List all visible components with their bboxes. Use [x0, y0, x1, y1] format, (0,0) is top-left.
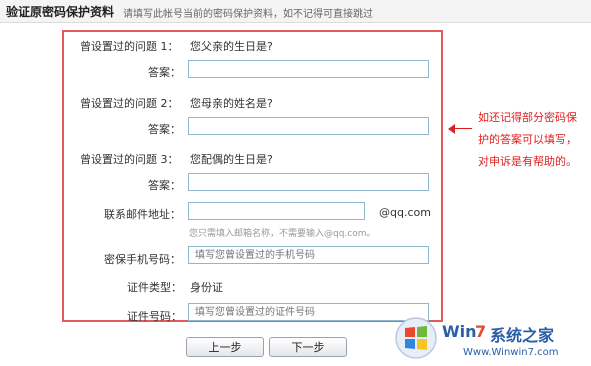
question-1-text: 您父亲的生日是? [190, 40, 273, 53]
email-domain-suffix: @qq.com [379, 206, 431, 219]
prev-step-button[interactable]: 上一步 [186, 337, 264, 357]
phone-input[interactable] [188, 246, 429, 264]
answer-1-input[interactable] [188, 60, 429, 78]
answer-2-input[interactable] [188, 117, 429, 135]
question-3-text: 您配偶的生日是? [190, 153, 273, 166]
annotation-text: 如还记得部分密码保护的答案可以填写，对申诉是有帮助的。 [478, 111, 577, 168]
email-label: 联系邮件地址： [104, 208, 181, 221]
id-type-label: 证件类型： [127, 281, 182, 294]
phone-label: 密保手机号码： [104, 253, 181, 266]
next-step-button[interactable]: 下一步 [269, 337, 347, 357]
question-2-text: 您母亲的姓名是? [190, 97, 273, 110]
id-type-value: 身份证 [190, 281, 223, 294]
email-input[interactable] [188, 202, 365, 220]
answer-3-label: 答案： [148, 179, 181, 192]
arrow-left-icon [448, 124, 455, 134]
answer-2-label: 答案： [148, 123, 181, 136]
watermark-seven: 7 [475, 322, 487, 341]
id-number-input[interactable] [188, 303, 429, 321]
id-number-label: 证件号码： [127, 310, 182, 323]
question-2-label: 曾设置过的问题 2： [80, 97, 179, 110]
watermark-url: Www.Winwin7.com [463, 347, 559, 358]
page-title: 验证原密码保护资料 [6, 5, 115, 19]
answer-1-label: 答案： [148, 66, 181, 79]
watermark-win: Win [442, 322, 477, 341]
question-1-label: 曾设置过的问题 1： [80, 40, 179, 53]
email-note: 您只需填入邮箱名称，不需要输入@qq.com。 [189, 229, 376, 239]
question-3-label: 曾设置过的问题 3： [80, 153, 179, 166]
watermark-brand: 系统之家 [490, 326, 555, 345]
answer-3-input[interactable] [188, 173, 429, 191]
page-hint: 请填写此帐号当前的密码保护资料，如不记得可直接跳过 [123, 9, 373, 20]
windows-logo-icon [395, 317, 437, 359]
page-header: 验证原密码保护资料 请填写此帐号当前的密码保护资料，如不记得可直接跳过 [0, 0, 591, 23]
annotation-arrow [454, 128, 472, 129]
